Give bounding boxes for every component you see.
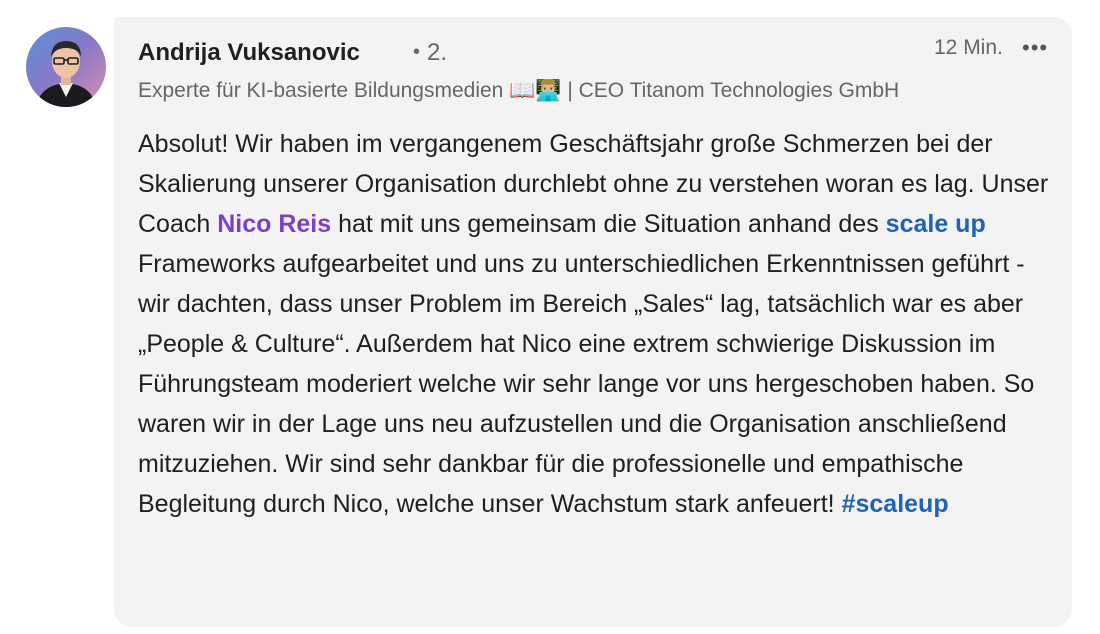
comment-text-part-2: hat mit uns gemeinsam die Situation anha… xyxy=(331,210,886,238)
author-headline: Experte für KI-basierte Bildungsmedien 📖… xyxy=(138,79,900,102)
more-options-icon[interactable]: ••• xyxy=(1022,36,1058,60)
connection-degree: • 2. xyxy=(413,39,447,67)
comment-timestamp: 12 Min. xyxy=(934,36,1003,59)
mention-link[interactable]: Nico Reis xyxy=(217,210,331,238)
connection-degree-label: 2. xyxy=(427,39,448,66)
hashtag-link[interactable]: #scaleup xyxy=(842,490,949,518)
separator-dot-icon: • xyxy=(413,41,421,63)
author-name[interactable]: Andrija Vuksanovic xyxy=(138,39,360,67)
comment-text: Absolut! Wir haben im vergangenem Geschä… xyxy=(138,124,1058,524)
scale-up-link[interactable]: scale up xyxy=(886,210,986,238)
author-avatar[interactable] xyxy=(26,27,106,107)
comment-text-part-3: Frameworks aufgearbeitet und uns zu unte… xyxy=(138,250,1035,518)
